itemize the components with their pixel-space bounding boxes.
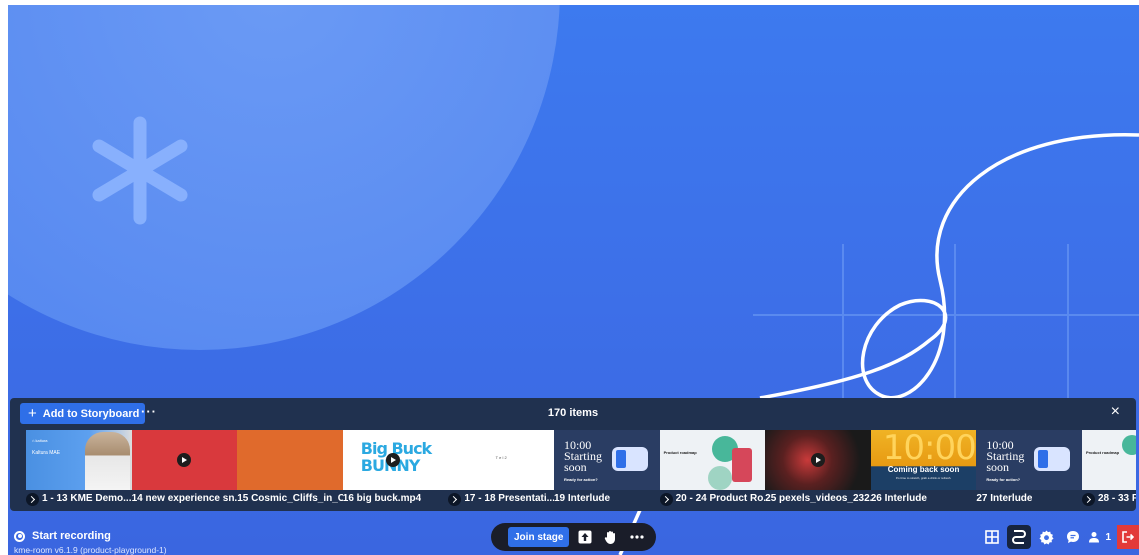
- label-text: 17 - 18 Presentati...: [464, 493, 554, 504]
- label-text: 1 - 13 KME Demo....: [42, 493, 132, 504]
- chevron-right-icon[interactable]: [659, 492, 673, 506]
- play-icon: [385, 453, 400, 467]
- thumbnail-product-roadmap[interactable]: Product roadmap: [659, 430, 766, 490]
- participants-count: 1: [1105, 531, 1111, 543]
- person-icon: [1089, 532, 1100, 543]
- storyboard-item-label[interactable]: 20 - 24 Product Ro...: [659, 491, 766, 507]
- storyboard-item-label[interactable]: 28 - 33 P: [1081, 491, 1136, 507]
- item-count: 170 items: [547, 407, 599, 419]
- play-icon: [810, 453, 825, 467]
- thumbnail-text: Product roadmap: [663, 450, 697, 455]
- thumbnail-coming-back[interactable]: 10:00 Coming back soon It's time to stre…: [870, 430, 977, 490]
- join-stage-button[interactable]: Join stage: [508, 527, 570, 547]
- label-text: 16 big buck.mp4: [342, 493, 422, 504]
- storyboard-header: + Add to Storyboard ··· 170 items ×: [10, 398, 1136, 428]
- thumbnail-video[interactable]: [765, 430, 871, 490]
- frame-top-edge: [0, 0, 1139, 5]
- thumbnail-text: ⌂ kaltura: [32, 438, 48, 443]
- chevron-right-icon[interactable]: [1081, 492, 1095, 506]
- bottom-bar: Start recording kme-room v6.1.9 (product…: [0, 520, 1139, 555]
- frame-left-edge: [0, 0, 8, 555]
- hand-icon[interactable]: [601, 527, 621, 547]
- thumbnail-kme-demo[interactable]: ⌂ kaltura Kaltura MAE: [26, 430, 132, 490]
- thumbnail-text: 10:00 Starting soon: [986, 438, 1025, 474]
- grid-icon[interactable]: [980, 525, 1004, 549]
- play-icon: [177, 453, 192, 467]
- stage-controls: Join stage: [491, 523, 656, 551]
- label-text: 20 - 24 Product Ro...: [675, 493, 766, 504]
- thumbnail-text: Ready for action?: [986, 477, 1021, 482]
- storyboard-item-label[interactable]: 26 Interlude: [871, 491, 977, 507]
- chevron-right-icon[interactable]: [26, 492, 39, 506]
- phone-illustration: [1034, 447, 1071, 471]
- version-text: kme-room v6.1.9 (product-playground-1): [14, 545, 167, 555]
- thumbnail-big-buck[interactable]: Big Buck BUNNY: [342, 430, 449, 490]
- start-recording-label: Start recording: [32, 530, 111, 542]
- phone-illustration: [611, 447, 648, 471]
- exit-icon[interactable]: [1117, 525, 1139, 549]
- thumbnail-presentation[interactable]: T e l 2: [448, 430, 554, 490]
- presenter-image: [84, 432, 130, 490]
- start-recording-button[interactable]: Start recording: [14, 530, 111, 542]
- thumbnail-text: Product roadmap: [1085, 450, 1120, 455]
- storyboard-item-label[interactable]: 16 big buck.mp4: [343, 491, 449, 507]
- thumbnail-labels: 1 - 13 KME Demo.... 14 new experience sn…: [26, 491, 1136, 507]
- record-icon: [14, 530, 25, 542]
- room-controls: 1: [980, 525, 1139, 549]
- storyboard-panel: + Add to Storyboard ··· 170 items × ⌂ ka…: [10, 398, 1136, 511]
- storyboard-item-label[interactable]: 17 - 18 Presentati...: [448, 491, 554, 507]
- thumbnail-interlude[interactable]: 10:00 Starting soon Ready for action?: [976, 430, 1082, 490]
- storyboard-item-label[interactable]: 25 pexels_videos_232...: [765, 491, 871, 507]
- gear-icon[interactable]: [1034, 525, 1058, 549]
- decoration-shape: [1121, 435, 1136, 455]
- thumbnail-image[interactable]: [237, 430, 343, 490]
- label-text: 15 Cosmic_Cliffs_in_C...: [237, 493, 343, 504]
- thumbnail-product-roadmap[interactable]: Product roadmap: [1081, 430, 1136, 490]
- more-icon[interactable]: [627, 527, 647, 547]
- thumbnail-text: 10:00 Starting soon: [563, 438, 602, 474]
- storyboard-item-label[interactable]: 27 Interlude: [976, 491, 1082, 507]
- label-text: 14 new experience sn...: [131, 493, 238, 504]
- upload-icon[interactable]: [575, 527, 595, 547]
- label-text: 28 - 33 P: [1097, 493, 1136, 504]
- chat-icon[interactable]: [1061, 525, 1085, 549]
- thumbnail-text: It's time to stretch, grab a drink or re…: [895, 476, 952, 480]
- thumbnail-text: Ready for action?: [563, 477, 598, 482]
- thumbnail-text: Kaltura MAE: [32, 450, 61, 456]
- storyboard-item-label[interactable]: 1 - 13 KME Demo....: [26, 491, 132, 507]
- storyboard-item-label[interactable]: 19 Interlude: [554, 491, 660, 507]
- label-text: 19 Interlude: [553, 493, 611, 504]
- decoration-shape: [707, 466, 732, 490]
- asterisk-icon: [92, 116, 188, 225]
- close-storyboard-button[interactable]: ×: [1111, 403, 1120, 421]
- label-text: 27 Interlude: [976, 493, 1033, 504]
- thumbnail-text: Coming back soon: [887, 465, 960, 474]
- decoration-shape: [731, 448, 752, 482]
- storyboard-item-label[interactable]: 14 new experience sn...: [132, 491, 238, 507]
- label-text: 25 pexels_videos_232...: [765, 493, 871, 504]
- thumbnail-interlude[interactable]: 10:00 Starting soon Ready for action?: [553, 430, 660, 490]
- chevron-right-icon[interactable]: [448, 492, 462, 506]
- storyboard-item-label[interactable]: 15 Cosmic_Cliffs_in_C...: [237, 491, 343, 507]
- storyboard-icon[interactable]: [1007, 525, 1032, 549]
- thumbnail-text: T e l 2: [495, 455, 507, 460]
- thumbnail-video[interactable]: [131, 430, 238, 490]
- thumbnail-strip: ⌂ kaltura Kaltura MAE Big Buck BUNNY T e…: [26, 430, 1136, 490]
- label-text: 26 Interlude: [870, 493, 927, 504]
- participants-button[interactable]: 1: [1088, 531, 1111, 543]
- thumbnail-text: 10:00: [882, 430, 977, 468]
